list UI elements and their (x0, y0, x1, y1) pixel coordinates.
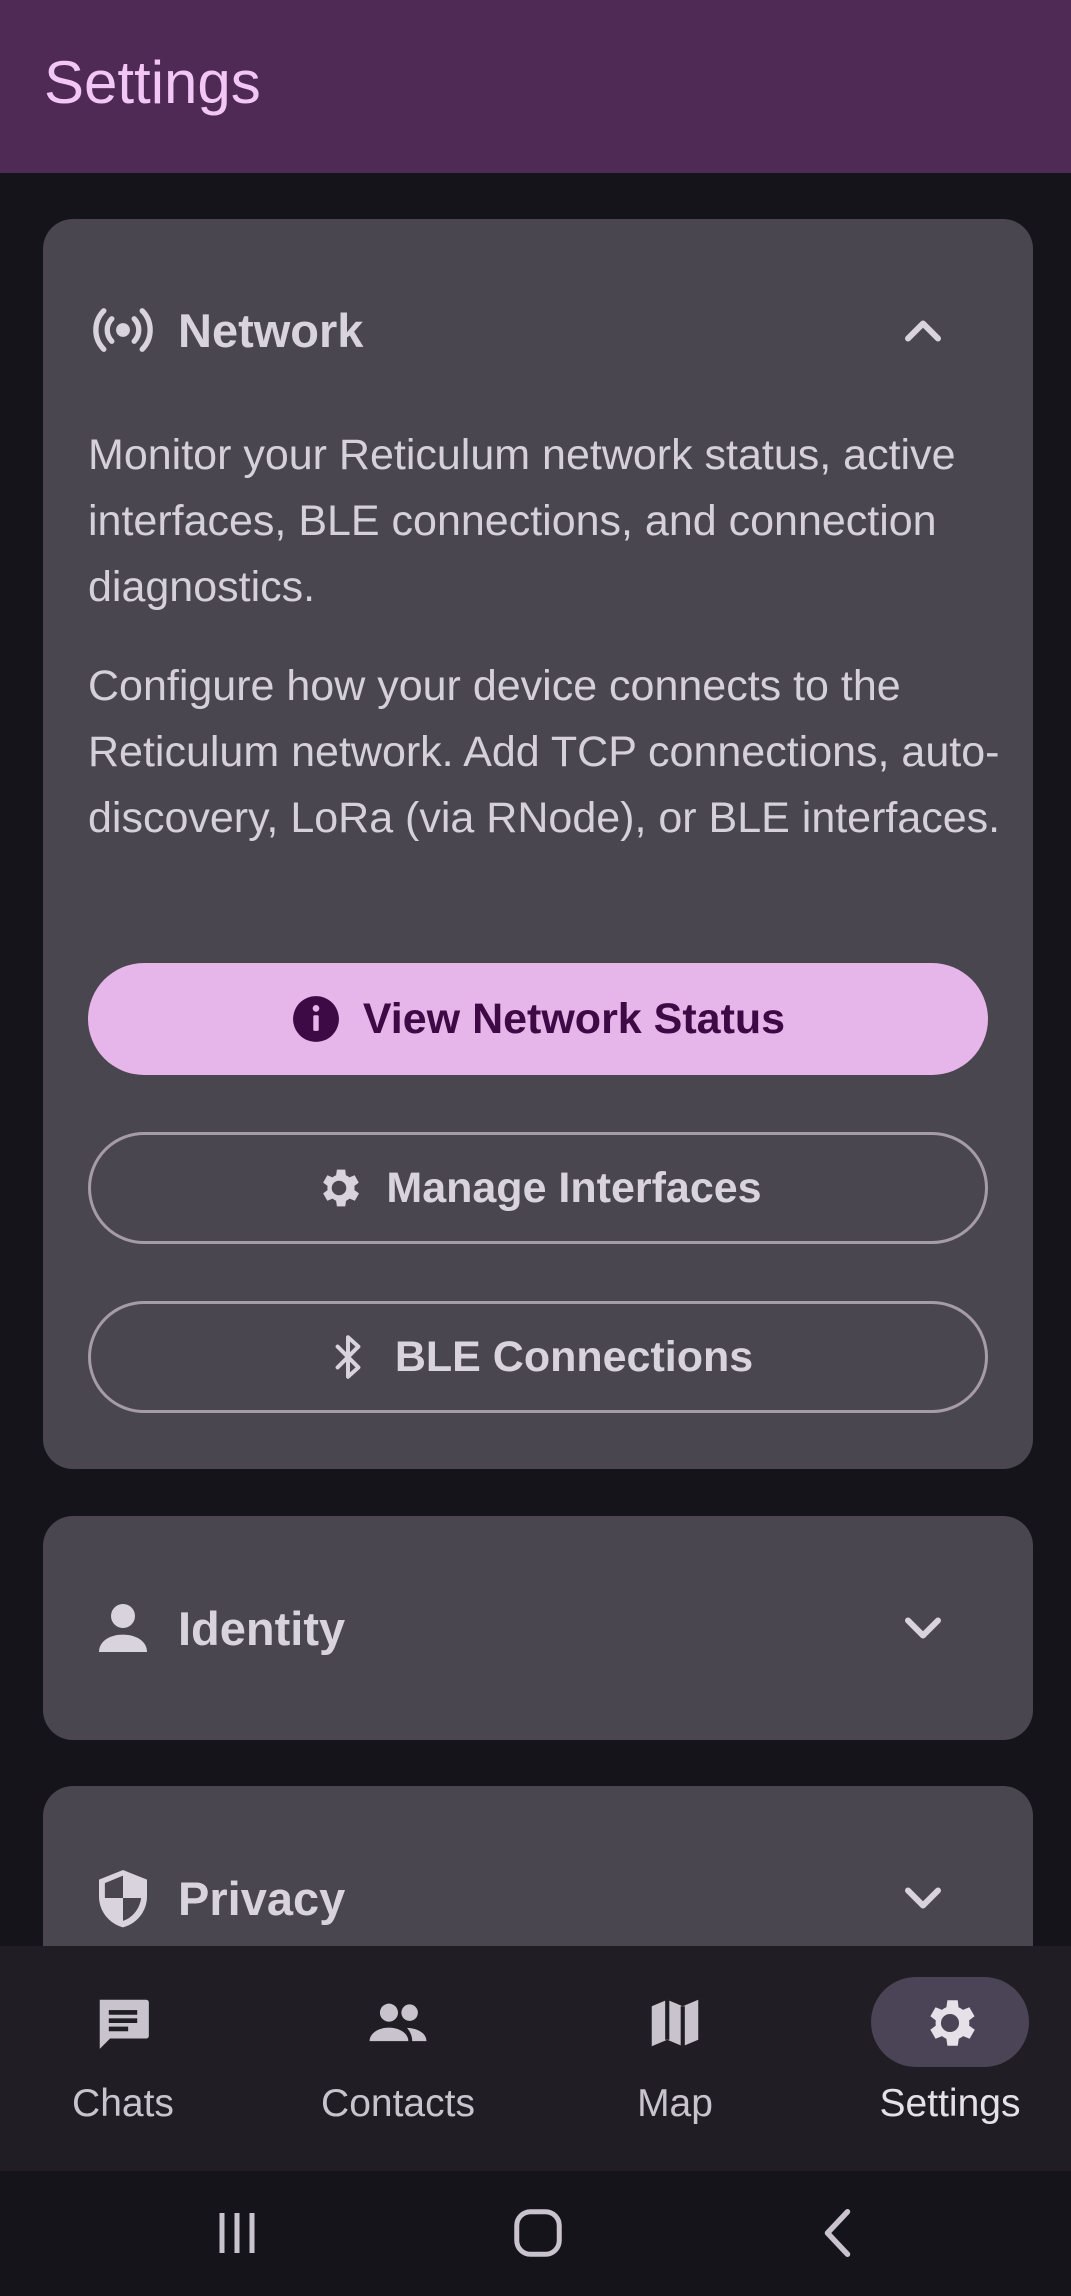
view-network-status-button[interactable]: View Network Status (88, 963, 988, 1075)
nav-item-settings[interactable]: Settings (840, 1946, 1060, 2171)
gear-icon (323, 1169, 360, 1207)
identity-label: Identity (178, 1602, 346, 1655)
nav-label: Map (637, 2082, 713, 2125)
chevron-down-icon[interactable] (893, 1868, 953, 1928)
home-icon[interactable] (508, 2203, 568, 2263)
radio-waves-icon (93, 308, 153, 352)
map-icon (651, 1999, 699, 2047)
nav-label: Chats (72, 2082, 174, 2125)
gear-icon (930, 2000, 975, 2046)
network-card-header[interactable]: Network (43, 219, 1033, 445)
person-icon (99, 1604, 147, 1652)
nav-label: Contacts (321, 2082, 475, 2125)
back-icon[interactable] (810, 2203, 870, 2263)
chat-icon (99, 1999, 149, 2049)
info-icon (292, 996, 339, 1042)
recents-icon[interactable] (207, 2203, 267, 2263)
ble-connections-button[interactable]: BLE Connections (88, 1301, 988, 1413)
network-description-configure: Configure how your device connects to th… (88, 662, 1001, 842)
nav-item-contacts[interactable]: Contacts (288, 1946, 508, 2171)
nav-item-chats[interactable]: Chats (13, 1946, 233, 2171)
people-icon (369, 2003, 427, 2042)
nav-label: Settings (879, 2082, 1021, 2125)
manage-interfaces-label: Manage Interfaces (386, 1163, 762, 1212)
network-card: Network Monitor your Reticulum network s… (43, 219, 1033, 1469)
bottom-navigation-bar: Chats Contacts Map Settings (0, 1946, 1071, 2171)
manage-interfaces-button[interactable]: Manage Interfaces (88, 1132, 988, 1244)
shield-icon (99, 1870, 147, 1928)
network-description-monitor: Monitor your Reticulum network status, a… (88, 431, 956, 611)
view-network-status-label: View Network Status (362, 994, 786, 1043)
identity-card[interactable]: Identity (43, 1516, 1033, 1740)
page-title: Settings (44, 49, 261, 116)
system-navigation-bar (0, 2171, 1071, 2296)
bluetooth-icon (335, 1335, 361, 1379)
network-label: Network (178, 304, 364, 357)
top-app-bar: Settings (0, 0, 1071, 173)
ble-connections-label: BLE Connections (394, 1332, 754, 1381)
privacy-label: Privacy (178, 1872, 346, 1925)
identity-card-header[interactable]: Identity (43, 1516, 1033, 1740)
chevron-down-icon[interactable] (893, 1598, 953, 1658)
nav-item-map[interactable]: Map (565, 1946, 785, 2171)
chevron-up-icon[interactable] (893, 301, 953, 361)
